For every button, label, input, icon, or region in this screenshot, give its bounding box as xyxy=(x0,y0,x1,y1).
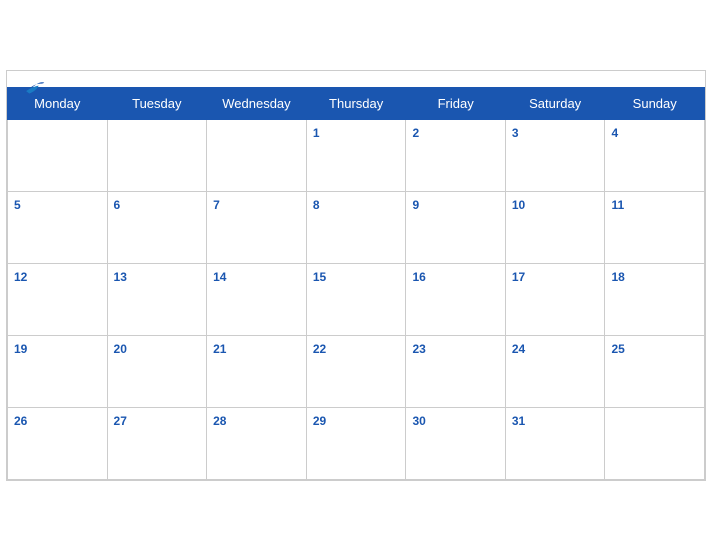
calendar-cell: 13 xyxy=(107,263,207,335)
calendar-cell: 22 xyxy=(306,335,406,407)
calendar-cell: 26 xyxy=(8,407,108,479)
calendar-cell: 3 xyxy=(505,119,605,191)
day-number: 21 xyxy=(213,342,226,356)
calendar-cell: 4 xyxy=(605,119,705,191)
day-number: 31 xyxy=(512,414,525,428)
day-number: 30 xyxy=(412,414,425,428)
calendar-cell: 1 xyxy=(306,119,406,191)
calendar-cell: 14 xyxy=(207,263,307,335)
calendar-cell: 28 xyxy=(207,407,307,479)
day-number: 26 xyxy=(14,414,27,428)
calendar-cell: 9 xyxy=(406,191,505,263)
weekday-header-friday: Friday xyxy=(406,87,505,119)
day-number: 16 xyxy=(412,270,425,284)
logo xyxy=(23,79,49,97)
calendar-cell: 23 xyxy=(406,335,505,407)
calendar-cell: 8 xyxy=(306,191,406,263)
day-number: 18 xyxy=(611,270,624,284)
day-number: 1 xyxy=(313,126,320,140)
calendar-cell: 31 xyxy=(505,407,605,479)
day-number: 7 xyxy=(213,198,220,212)
day-number: 29 xyxy=(313,414,326,428)
calendar-header xyxy=(7,71,705,87)
day-number: 4 xyxy=(611,126,618,140)
day-number: 2 xyxy=(412,126,419,140)
calendar-cell: 12 xyxy=(8,263,108,335)
week-row-2: 5 6 7 8 9 10 11 xyxy=(8,191,705,263)
day-number: 8 xyxy=(313,198,320,212)
day-number: 9 xyxy=(412,198,419,212)
day-number: 17 xyxy=(512,270,525,284)
logo-bird-icon xyxy=(23,79,45,97)
weekday-header-wednesday: Wednesday xyxy=(207,87,307,119)
weekday-header-tuesday: Tuesday xyxy=(107,87,207,119)
calendar-cell xyxy=(107,119,207,191)
calendar-cell xyxy=(8,119,108,191)
week-row-1: 1 2 3 4 xyxy=(8,119,705,191)
calendar-cell: 29 xyxy=(306,407,406,479)
day-number: 14 xyxy=(213,270,226,284)
day-number: 6 xyxy=(114,198,121,212)
weekday-header-sunday: Sunday xyxy=(605,87,705,119)
day-number: 13 xyxy=(114,270,127,284)
week-row-5: 26 27 28 29 30 31 xyxy=(8,407,705,479)
calendar-cell: 20 xyxy=(107,335,207,407)
day-number: 20 xyxy=(114,342,127,356)
calendar-cell: 6 xyxy=(107,191,207,263)
day-number: 11 xyxy=(611,198,624,212)
weekday-header-row: MondayTuesdayWednesdayThursdayFridaySatu… xyxy=(8,87,705,119)
day-number: 24 xyxy=(512,342,525,356)
calendar-cell: 16 xyxy=(406,263,505,335)
day-number: 12 xyxy=(14,270,27,284)
calendar-cell: 27 xyxy=(107,407,207,479)
day-number: 3 xyxy=(512,126,519,140)
week-row-3: 12 13 14 15 16 17 18 xyxy=(8,263,705,335)
day-number: 19 xyxy=(14,342,27,356)
calendar-cell: 21 xyxy=(207,335,307,407)
calendar-cell: 2 xyxy=(406,119,505,191)
day-number: 28 xyxy=(213,414,226,428)
calendar-table: MondayTuesdayWednesdayThursdayFridaySatu… xyxy=(7,87,705,480)
day-number: 23 xyxy=(412,342,425,356)
calendar-cell: 19 xyxy=(8,335,108,407)
calendar-cell: 30 xyxy=(406,407,505,479)
day-number: 5 xyxy=(14,198,21,212)
weekday-header-saturday: Saturday xyxy=(505,87,605,119)
calendar-cell: 10 xyxy=(505,191,605,263)
day-number: 15 xyxy=(313,270,326,284)
calendar-cell xyxy=(207,119,307,191)
day-number: 27 xyxy=(114,414,127,428)
calendar-cell xyxy=(605,407,705,479)
day-number: 22 xyxy=(313,342,326,356)
calendar-cell: 24 xyxy=(505,335,605,407)
day-number: 25 xyxy=(611,342,624,356)
calendar-cell: 18 xyxy=(605,263,705,335)
calendar-cell: 5 xyxy=(8,191,108,263)
calendar-cell: 11 xyxy=(605,191,705,263)
day-number: 10 xyxy=(512,198,525,212)
calendar-cell: 25 xyxy=(605,335,705,407)
week-row-4: 19 20 21 22 23 24 25 xyxy=(8,335,705,407)
calendar-cell: 7 xyxy=(207,191,307,263)
calendar-cell: 15 xyxy=(306,263,406,335)
calendar: MondayTuesdayWednesdayThursdayFridaySatu… xyxy=(6,70,706,481)
calendar-cell: 17 xyxy=(505,263,605,335)
weekday-header-thursday: Thursday xyxy=(306,87,406,119)
